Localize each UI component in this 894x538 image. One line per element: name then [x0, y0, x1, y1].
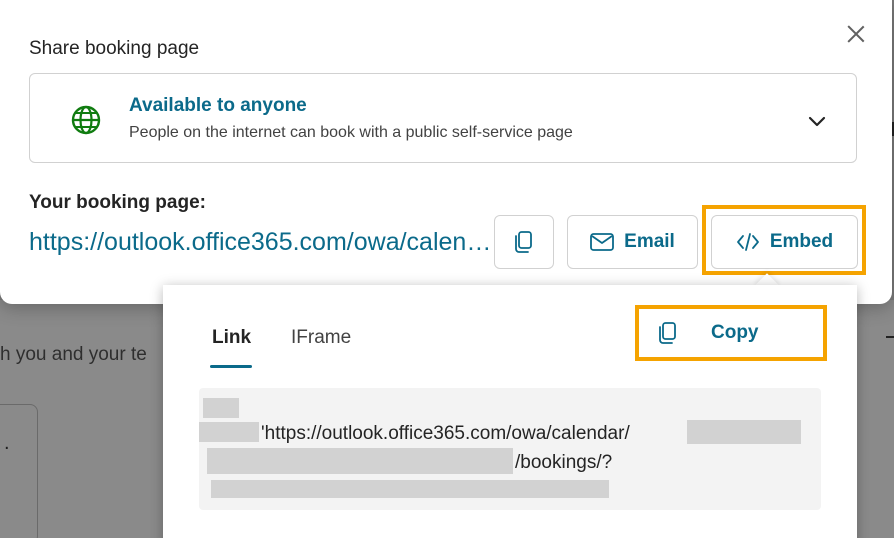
embed-code-box[interactable]: 'https://outlook.office365.com/owa/calen…: [199, 388, 821, 510]
dialog-title: Share booking page: [29, 38, 200, 59]
copy-code-button[interactable]: Copy: [647, 315, 817, 351]
copy-link-button[interactable]: [494, 215, 554, 269]
redacted-block: [211, 480, 609, 498]
tab-iframe[interactable]: IFrame: [291, 327, 351, 349]
booking-page-link[interactable]: https://outlook.office365.com/owa/calend…: [29, 228, 495, 257]
globe-icon: [71, 105, 101, 135]
copy-icon: [659, 322, 676, 344]
mail-icon: [590, 233, 615, 251]
redacted-block: [207, 448, 513, 474]
background-text: h you and your te: [0, 344, 147, 365]
chevron-down-icon[interactable]: [806, 110, 828, 132]
code-icon: [736, 233, 759, 251]
background-card: [0, 404, 38, 538]
access-description: People on the internet can book with a p…: [129, 124, 573, 141]
embed-popover: Link IFrame Copy 'https://outlook.office…: [163, 285, 857, 538]
background-dot: .: [4, 432, 10, 454]
share-booking-dialog: Share booking page Available to anyone P…: [0, 0, 892, 304]
code-path-line: /bookings/?: [515, 452, 613, 473]
email-label: Email: [624, 231, 675, 252]
redacted-block: [199, 422, 259, 442]
embed-button[interactable]: Embed: [711, 215, 858, 269]
tab-link[interactable]: Link: [212, 327, 251, 349]
copy-label: Copy: [711, 322, 759, 343]
redacted-block: [203, 398, 239, 418]
code-url-line: 'https://outlook.office365.com/owa/calen…: [261, 423, 630, 444]
redacted-block: [687, 420, 801, 444]
access-dropdown[interactable]: Available to anyone People on the intern…: [29, 73, 857, 163]
access-title: Available to anyone: [129, 95, 307, 116]
copy-icon: [515, 231, 532, 253]
embed-label: Embed: [769, 231, 834, 252]
active-tab-indicator: [210, 365, 252, 368]
close-icon[interactable]: [842, 20, 870, 48]
booking-page-label: Your booking page:: [29, 192, 206, 213]
background-dash: [886, 336, 894, 338]
email-button[interactable]: Email: [567, 215, 698, 269]
